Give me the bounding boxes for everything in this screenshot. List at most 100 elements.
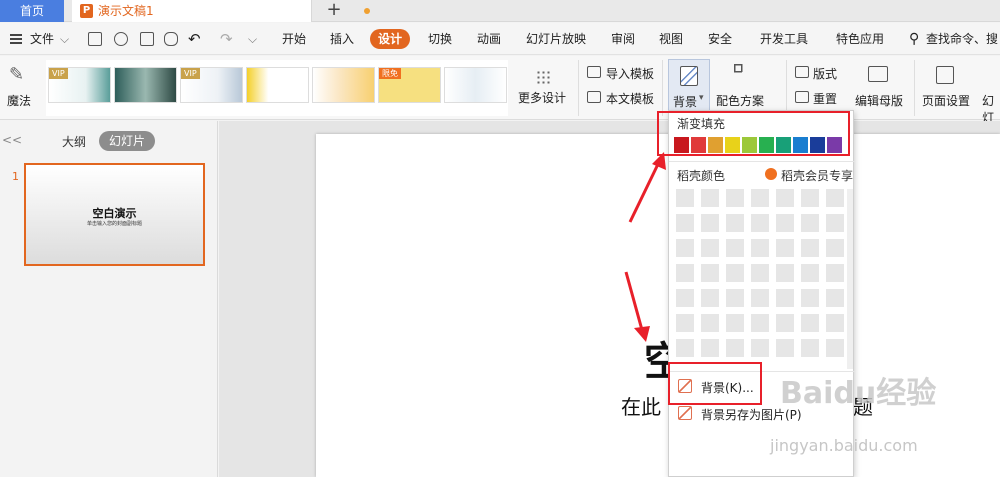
- more-design-button[interactable]: 更多设计: [518, 89, 566, 106]
- magic-button[interactable]: 魔法: [7, 92, 31, 109]
- menu-special-apps[interactable]: 特色应用: [836, 23, 884, 55]
- shell-color-cell[interactable]: [676, 239, 694, 257]
- shell-color-cell[interactable]: [676, 189, 694, 207]
- undo-icon[interactable]: ↶: [188, 23, 201, 55]
- shell-color-cell[interactable]: [701, 189, 719, 207]
- shell-color-cell[interactable]: [776, 314, 794, 332]
- shell-color-cell[interactable]: [826, 289, 844, 307]
- design-thumb-2[interactable]: [114, 67, 177, 103]
- menu-developer[interactable]: 开发工具: [760, 23, 808, 55]
- menu-security[interactable]: 安全: [708, 23, 732, 55]
- shell-color-cell[interactable]: [826, 239, 844, 257]
- shell-color-cell[interactable]: [801, 214, 819, 232]
- menu-start[interactable]: 开始: [282, 23, 306, 55]
- shell-color-cell[interactable]: [776, 189, 794, 207]
- shell-color-cell[interactable]: [826, 214, 844, 232]
- menu-design[interactable]: 设计: [370, 29, 411, 49]
- print-preview-icon[interactable]: [164, 32, 178, 46]
- shell-color-cell[interactable]: [726, 214, 744, 232]
- text-template-button[interactable]: 本文模板: [606, 90, 654, 107]
- shell-color-cell[interactable]: [701, 239, 719, 257]
- shell-color-cell[interactable]: [751, 239, 769, 257]
- search-command[interactable]: 查找命令、搜索: [926, 23, 1000, 78]
- format-painter-icon[interactable]: [114, 32, 128, 46]
- shell-color-cell[interactable]: [776, 289, 794, 307]
- shell-color-cell[interactable]: [826, 314, 844, 332]
- outline-tab[interactable]: 大纲: [62, 133, 86, 150]
- shell-color-cell[interactable]: [701, 214, 719, 232]
- dropdown-scrollbar[interactable]: [847, 189, 853, 369]
- design-thumb-7[interactable]: [444, 67, 507, 103]
- shell-color-cell[interactable]: [701, 339, 719, 357]
- text-template-icon: [587, 91, 601, 103]
- edit-master-button[interactable]: 编辑母版: [855, 92, 903, 109]
- design-thumb-1[interactable]: VIP: [48, 67, 111, 103]
- hamburger-icon[interactable]: [10, 34, 22, 44]
- collapse-panel-icon[interactable]: <<: [2, 133, 22, 147]
- shell-color-cell[interactable]: [751, 339, 769, 357]
- menu-review[interactable]: 审阅: [611, 23, 635, 55]
- shell-color-cell[interactable]: [776, 264, 794, 282]
- customize-icon[interactable]: ⌵: [248, 23, 257, 55]
- reset-button[interactable]: 重置: [813, 90, 837, 107]
- slide-subtitle[interactable]: 在此: [621, 391, 661, 420]
- shell-color-cell[interactable]: [726, 239, 744, 257]
- shell-color-cell[interactable]: [801, 289, 819, 307]
- design-thumb-5[interactable]: [312, 67, 375, 103]
- color-scheme-button[interactable]: 配色方案: [716, 92, 764, 109]
- import-template-button[interactable]: 导入模板: [606, 65, 654, 82]
- slides-tab[interactable]: 幻灯片: [99, 131, 155, 151]
- shell-color-cell[interactable]: [751, 289, 769, 307]
- menu-insert[interactable]: 插入: [330, 23, 354, 55]
- shell-color-cell[interactable]: [726, 189, 744, 207]
- shell-color-cell[interactable]: [751, 214, 769, 232]
- menu-view[interactable]: 视图: [659, 23, 683, 55]
- menu-animation[interactable]: 动画: [477, 23, 501, 55]
- shell-color-cell[interactable]: [701, 314, 719, 332]
- shell-color-cell[interactable]: [726, 289, 744, 307]
- shell-color-cell[interactable]: [826, 264, 844, 282]
- slide-thumbnail[interactable]: 空白演示 单击输入您的封面副标题: [24, 163, 205, 266]
- shell-color-cell[interactable]: [701, 289, 719, 307]
- shell-color-cell[interactable]: [801, 239, 819, 257]
- shell-color-cell[interactable]: [801, 314, 819, 332]
- background-button[interactable]: 背景 ▾: [668, 59, 710, 117]
- search-icon[interactable]: ⚲: [909, 23, 919, 55]
- design-thumb-3[interactable]: VIP: [180, 67, 243, 103]
- tab-document[interactable]: P 演示文稿1: [72, 0, 370, 22]
- tab-home[interactable]: 首页: [0, 0, 64, 22]
- shell-color-cell[interactable]: [676, 314, 694, 332]
- chevron-down-icon[interactable]: ⌵: [60, 23, 69, 55]
- redo-icon[interactable]: ↷: [220, 23, 233, 55]
- design-thumb-4[interactable]: [246, 67, 309, 103]
- shell-color-cell[interactable]: [826, 189, 844, 207]
- shell-color-cell[interactable]: [726, 314, 744, 332]
- shell-color-cell[interactable]: [776, 239, 794, 257]
- shell-color-cell[interactable]: [726, 339, 744, 357]
- menu-slideshow[interactable]: 幻灯片放映: [526, 23, 586, 55]
- add-tab-button[interactable]: +: [322, 0, 346, 22]
- shell-color-cell[interactable]: [676, 339, 694, 357]
- shell-color-cell[interactable]: [801, 264, 819, 282]
- shell-color-cell[interactable]: [676, 214, 694, 232]
- menu-file[interactable]: 文件: [30, 23, 54, 55]
- layout-button[interactable]: 版式: [813, 65, 837, 82]
- design-thumb-6[interactable]: 限免: [378, 67, 441, 103]
- save-icon[interactable]: [88, 32, 102, 46]
- shell-color-cell[interactable]: [776, 214, 794, 232]
- vip-badge: VIP: [181, 68, 200, 79]
- shell-color-cell[interactable]: [751, 264, 769, 282]
- menu-transition[interactable]: 切换: [428, 23, 452, 55]
- shell-color-cell[interactable]: [751, 189, 769, 207]
- shell-color-cell[interactable]: [701, 264, 719, 282]
- shell-color-cell[interactable]: [801, 189, 819, 207]
- shell-color-cell[interactable]: [751, 314, 769, 332]
- shell-color-cell[interactable]: [726, 264, 744, 282]
- print-icon[interactable]: [140, 32, 154, 46]
- shell-color-cell[interactable]: [776, 339, 794, 357]
- shell-color-cell[interactable]: [676, 264, 694, 282]
- shell-color-cell[interactable]: [801, 339, 819, 357]
- shell-color-cell[interactable]: [826, 339, 844, 357]
- page-setup-button[interactable]: 页面设置: [922, 92, 970, 109]
- shell-color-cell[interactable]: [676, 289, 694, 307]
